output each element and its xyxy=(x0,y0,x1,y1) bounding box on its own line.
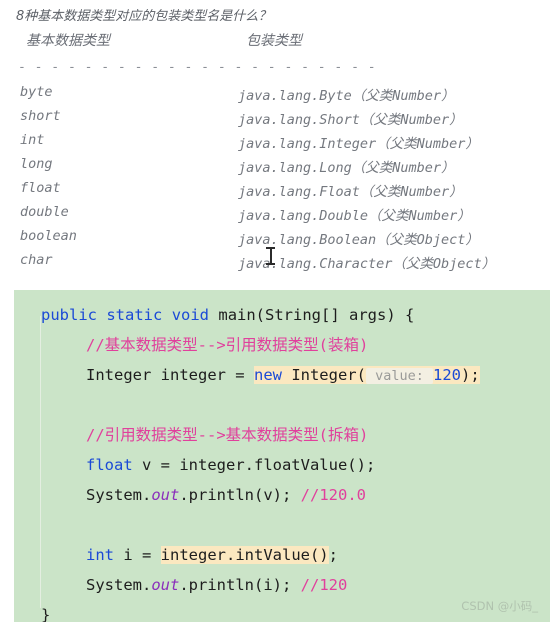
cell-wrapper: java.lang.Integer（父类Number） xyxy=(238,136,479,152)
system-prefix: System. xyxy=(86,576,152,594)
table-row: short java.lang.Short（父类Number） xyxy=(0,108,550,132)
dashed-divider: - - - - - - - - - - - - - - - - - - - - … xyxy=(18,60,378,75)
table-row: double java.lang.Double（父类Number） xyxy=(0,204,550,228)
cell-wrapper: java.lang.Character（父类Object） xyxy=(238,256,496,272)
cell-primitive: float xyxy=(20,180,61,196)
code-block[interactable]: public static void main(String[] args) {… xyxy=(14,290,550,622)
column-header-wrapper: 包装类型 xyxy=(246,33,302,49)
table-row: boolean java.lang.Boolean（父类Object） xyxy=(0,228,550,252)
code-line-int-declaration[interactable]: int i = integer.intValue(); xyxy=(14,540,550,570)
code-line-blank-1 xyxy=(14,390,550,420)
cell-wrapper: java.lang.Double（父类Number） xyxy=(238,208,471,224)
field-out: out xyxy=(151,486,180,504)
watermark: CSDN @小码_ xyxy=(461,599,538,613)
code-line-println-float[interactable]: System.out.println(v); //120.0 xyxy=(14,480,550,510)
method-signature: main(String[] args) { xyxy=(218,306,415,324)
statement-terminator: ; xyxy=(328,546,338,564)
cell-primitive: char xyxy=(20,252,53,268)
cell-primitive: short xyxy=(20,108,61,124)
int-assignment: i = xyxy=(114,546,161,564)
cell-primitive: int xyxy=(20,132,45,148)
closing-brace: } xyxy=(41,606,51,622)
cell-wrapper: java.lang.Short（父类Number） xyxy=(238,112,463,128)
code-line-comment-boxing[interactable]: //基本数据类型-->引用数据类型(装箱) xyxy=(14,330,550,360)
keyword-public: public xyxy=(41,306,97,324)
code-line-println-int[interactable]: System.out.println(i); //120 xyxy=(14,570,550,600)
field-out: out xyxy=(151,576,180,594)
highlighted-constructor-call: new Integer( value: 120); xyxy=(253,366,480,384)
code-line-method-signature[interactable]: public static void main(String[] args) { xyxy=(14,300,550,330)
constructor-open: Integer( xyxy=(281,366,366,384)
keyword-static: static xyxy=(106,306,163,324)
notes-panel: 8种基本数据类型对应的包装类型名是什么？ 基本数据类型 包装类型 - - - -… xyxy=(0,0,550,285)
cell-primitive: byte xyxy=(20,84,53,100)
table-row: int java.lang.Integer（父类Number） xyxy=(0,132,550,156)
code-line-integer-declaration[interactable]: Integer integer = new Integer( value: 12… xyxy=(14,360,550,390)
declaration-text: Integer integer = xyxy=(86,366,254,384)
keyword-float: float xyxy=(86,456,133,474)
code-line-blank-2 xyxy=(14,510,550,540)
cell-wrapper: java.lang.Float（父类Number） xyxy=(238,184,463,200)
parameter-hint: value: xyxy=(365,368,434,384)
table-row: char java.lang.Character（父类Object） xyxy=(0,252,550,276)
table-row: byte java.lang.Byte（父类Number） xyxy=(0,84,550,108)
highlighted-intvalue-call: integer.intValue() xyxy=(160,546,329,564)
float-assignment: v = integer.floatValue(); xyxy=(132,456,376,474)
literal-value: 120 xyxy=(433,366,462,384)
code-line-comment-unboxing[interactable]: //引用数据类型-->基本数据类型(拆箱) xyxy=(14,420,550,450)
println-call: .println(i); xyxy=(179,576,301,594)
table-row: float java.lang.Float（父类Number） xyxy=(0,180,550,204)
table-row: long java.lang.Long（父类Number） xyxy=(0,156,550,180)
cell-wrapper: java.lang.Long（父类Number） xyxy=(238,160,455,176)
cell-wrapper: java.lang.Boolean（父类Object） xyxy=(238,232,479,248)
cell-primitive: long xyxy=(20,156,53,172)
comment-boxing: //基本数据类型-->引用数据类型(装箱) xyxy=(86,336,369,354)
inline-comment-float-result: //120.0 xyxy=(300,486,366,504)
page-title: 8种基本数据类型对应的包装类型名是什么？ xyxy=(16,9,272,24)
system-prefix: System. xyxy=(86,486,152,504)
cell-primitive: boolean xyxy=(20,228,77,244)
code-line-float-declaration[interactable]: float v = integer.floatValue(); xyxy=(14,450,550,480)
inline-comment-int-result: //120 xyxy=(300,576,348,594)
cell-wrapper: java.lang.Byte（父类Number） xyxy=(238,88,455,104)
println-call: .println(v); xyxy=(179,486,301,504)
table-header-row: 基本数据类型 包装类型 xyxy=(0,30,550,54)
comment-unboxing: //引用数据类型-->基本数据类型(拆箱) xyxy=(86,426,369,444)
type-mapping-table: byte java.lang.Byte（父类Number） short java… xyxy=(0,84,550,276)
keyword-new: new xyxy=(253,366,282,384)
keyword-int: int xyxy=(86,546,114,564)
keyword-void: void xyxy=(171,306,210,324)
cell-primitive: double xyxy=(20,204,69,220)
column-header-primitive: 基本数据类型 xyxy=(26,33,110,49)
constructor-close: ); xyxy=(461,366,480,384)
